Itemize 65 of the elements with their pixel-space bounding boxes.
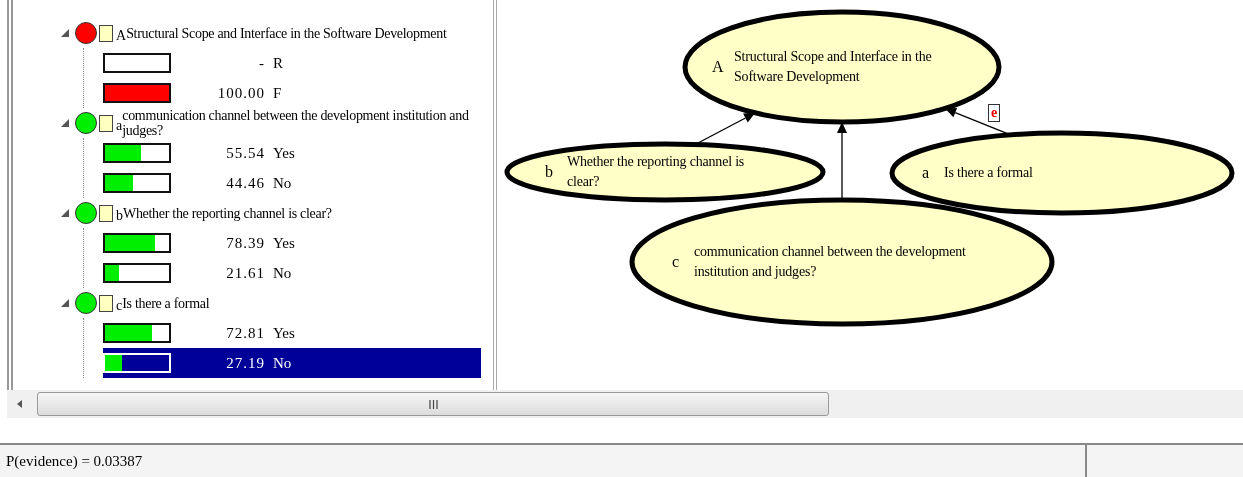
state-row[interactable]: 55.54 Yes <box>103 138 481 168</box>
status-text: P(evidence) = 0.03387 <box>5 452 144 470</box>
probability-bar <box>103 233 171 253</box>
probability-bar <box>103 353 171 373</box>
node-letter: b <box>116 208 123 224</box>
state-value: 78.39 <box>225 234 265 252</box>
node-icon <box>99 114 113 132</box>
node-text: Whether the reporting channel is clear? <box>567 153 746 191</box>
collapse-icon[interactable] <box>61 29 69 37</box>
graph-node[interactable] <box>889 130 1235 216</box>
state-value: 100.00 <box>216 84 265 102</box>
scroll-left-icon[interactable] <box>17 400 23 408</box>
state-row[interactable]: 44.46 No <box>103 168 481 198</box>
collapse-icon[interactable] <box>61 299 69 307</box>
state-value: - <box>258 54 265 72</box>
node-letter: a <box>116 118 123 133</box>
graph-node[interactable] <box>504 141 826 203</box>
probability-bar <box>103 323 171 343</box>
graph-node[interactable] <box>629 197 1055 327</box>
horizontal-scrollbar[interactable] <box>7 390 1243 418</box>
probability-bar <box>103 263 171 283</box>
node-icon <box>99 294 113 312</box>
evidence-badge: e <box>988 104 1001 122</box>
state-value: 55.54 <box>225 144 265 162</box>
probability-bar <box>103 83 171 103</box>
state-label: R <box>273 54 283 72</box>
node-letter: c <box>672 253 681 271</box>
state-label: No <box>273 174 292 192</box>
node-icon <box>99 204 113 222</box>
node-letter: b <box>545 163 554 181</box>
node-icon <box>99 24 113 42</box>
state-value: 27.19 <box>225 354 265 372</box>
state-row[interactable]: 72.81 Yes <box>103 318 481 348</box>
state-value: 21.61 <box>225 264 265 282</box>
state-row[interactable]: 100.00 F <box>103 78 481 108</box>
state-label: F <box>273 84 282 102</box>
state-row[interactable]: - R <box>103 48 481 78</box>
state-value: 72.81 <box>225 324 265 342</box>
state-row[interactable]: 78.39 Yes <box>103 228 481 258</box>
scrollbar-thumb[interactable] <box>37 392 829 416</box>
probability-bar <box>103 173 171 193</box>
node-letter: a <box>922 164 931 182</box>
state-value: 44.46 <box>225 174 265 192</box>
state-label: No <box>273 264 292 282</box>
collapse-icon[interactable] <box>61 209 69 217</box>
grip-icon <box>428 399 438 409</box>
graph-node[interactable] <box>682 9 1002 125</box>
state-label: Yes <box>273 234 295 252</box>
node-letter: A <box>712 58 725 76</box>
collapse-icon[interactable] <box>61 119 69 127</box>
state-label: No <box>273 354 292 372</box>
node-text: Structural Scope and Interface in the Software Development <box>734 48 933 86</box>
node-text: Is there a formal <box>944 164 1034 182</box>
node-title: Is there a formal <box>122 295 211 311</box>
state-row[interactable]: 21.61 No <box>103 258 481 288</box>
node-letter: A <box>116 28 127 44</box>
node-title: Whether the reporting channel is clear? <box>123 205 333 221</box>
node-title: communication channel between the development institution and judges? <box>122 108 470 138</box>
probability-bar <box>103 143 171 163</box>
state-label: Yes <box>273 144 295 162</box>
node-text: communication channel between the development institution and judges? <box>694 243 967 281</box>
node-title: Structural Scope and Interface in the Software Development <box>126 25 448 41</box>
state-row[interactable]: 27.19 No <box>103 348 481 378</box>
state-label: Yes <box>273 324 295 342</box>
node-letter: c <box>116 298 123 314</box>
